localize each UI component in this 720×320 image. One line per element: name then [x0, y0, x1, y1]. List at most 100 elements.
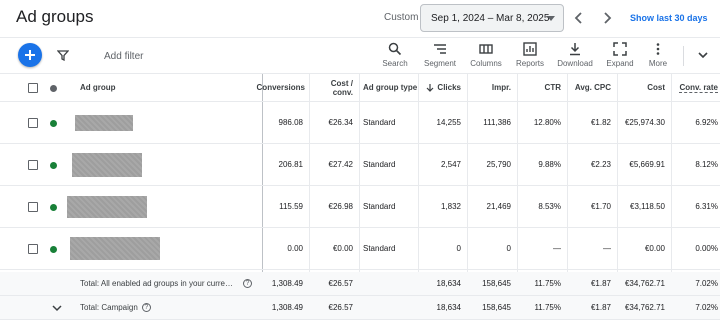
cell-impr: 111,386	[483, 118, 511, 127]
header-conversions[interactable]: Conversions	[257, 74, 309, 101]
add-filter-button[interactable]: Add filter	[104, 51, 143, 62]
search-tool-label: Search	[382, 59, 408, 68]
total-campaign-label: Total: Campaign ?	[76, 296, 260, 319]
plus-icon	[25, 50, 35, 60]
date-range-picker[interactable]: Sep 1, 2024 – Mar 8, 2025	[420, 4, 564, 32]
row-checkbox[interactable]	[28, 118, 38, 128]
total-cost: €34,762.71	[624, 279, 665, 288]
row-checkbox[interactable]	[28, 202, 38, 212]
row-checkbox[interactable]	[28, 244, 38, 254]
cell-avg-cpc: —	[603, 244, 611, 253]
header-cost-per-conv-line1: Cost /	[330, 78, 353, 88]
search-tool-button[interactable]: Search	[375, 42, 415, 72]
total-cost-per-conv: €26.57	[328, 279, 353, 288]
cell-cost: €5,669.91	[629, 160, 665, 169]
help-icon[interactable]: ?	[242, 279, 252, 288]
total-account-text: Total: All enabled ad groups in your cur…	[80, 279, 233, 288]
header-avg-cpc[interactable]: Avg. CPC	[567, 74, 617, 101]
add-ad-group-button[interactable]	[18, 43, 42, 67]
table-row[interactable]: 986.08 €26.34 Standard 14,255 111,386 12…	[0, 102, 720, 144]
redacted-ad-group-name[interactable]	[72, 153, 142, 177]
caret-down-icon	[547, 16, 555, 21]
redacted-ad-group-name[interactable]	[75, 115, 133, 131]
cell-cost-per-conv: €26.98	[328, 202, 353, 211]
header-clicks[interactable]: Clicks	[418, 74, 467, 101]
total-impr: 158,645	[482, 279, 511, 288]
toolbar-divider	[683, 46, 684, 66]
cell-impr: 21,469	[486, 202, 511, 211]
status-enabled-dot	[50, 120, 57, 127]
redacted-ad-group-name[interactable]	[67, 196, 147, 218]
total-conv-rate: 7.02%	[695, 303, 718, 312]
chevron-down-icon[interactable]	[697, 50, 709, 60]
page-header: Ad groups Custom Sep 1, 2024 – Mar 8, 20…	[0, 0, 720, 38]
header-ad-group-type[interactable]: Ad group type	[359, 74, 418, 101]
cell-conversions: 0.00	[287, 244, 303, 253]
download-tool-button[interactable]: Download	[555, 42, 595, 72]
header-cost[interactable]: Cost	[617, 74, 671, 101]
cell-ad-group-type: Standard	[363, 118, 396, 127]
segment-tool-button[interactable]: Segment	[420, 42, 460, 72]
expand-tool-button[interactable]: Expand	[600, 42, 640, 72]
header-conv-rate[interactable]: Conv. rate	[671, 74, 720, 101]
table-header-row: Ad group Conversions Cost / conv. Ad gro…	[0, 74, 720, 102]
table-row[interactable]: 206.81 €27.42 Standard 2,547 25,790 9.88…	[0, 144, 720, 186]
redacted-ad-group-name[interactable]	[70, 237, 160, 260]
show-last-30-days-link[interactable]: Show last 30 days	[630, 13, 708, 23]
arrow-down-icon	[426, 84, 434, 92]
cell-ctr: 8.53%	[538, 202, 561, 211]
total-row-campaign: Total: Campaign ? 1,308.49 €26.57 18,634…	[0, 296, 720, 320]
total-cost-per-conv: €26.57	[328, 303, 353, 312]
download-tool-label: Download	[557, 59, 593, 68]
total-impr: 158,645	[482, 303, 511, 312]
expand-tool-label: Expand	[606, 59, 634, 68]
page-title: Ad groups	[16, 7, 94, 26]
cell-clicks: 0	[456, 244, 461, 253]
cell-impr: 25,790	[486, 160, 511, 169]
columns-tool-label: Columns	[470, 59, 502, 68]
table-row[interactable]: 115.59 €26.98 Standard 1,832 21,469 8.53…	[0, 186, 720, 228]
header-ctr[interactable]: CTR	[517, 74, 567, 101]
row-checkbox[interactable]	[28, 160, 38, 170]
filter-icon[interactable]	[57, 50, 69, 61]
cell-conversions: 986.08	[278, 118, 303, 127]
more-vert-icon	[656, 43, 660, 55]
total-avg-cpc: €1.87	[590, 303, 611, 312]
header-ad-group[interactable]: Ad group	[76, 74, 256, 101]
status-enabled-dot	[50, 204, 57, 211]
cell-cost-per-conv: €26.34	[328, 118, 353, 127]
table-row[interactable]: 0.00 €0.00 Standard 0 0 — — €0.00 0.00%	[0, 228, 720, 270]
more-tool-button[interactable]: More	[638, 42, 678, 72]
cell-clicks: 2,547	[440, 160, 461, 169]
help-icon[interactable]: ?	[141, 303, 151, 312]
cell-avg-cpc: €2.23	[590, 160, 611, 169]
columns-tool-button[interactable]: Columns	[466, 42, 506, 72]
total-account-label: Total: All enabled ad groups in your cur…	[76, 272, 260, 295]
header-cost-per-conv[interactable]: Cost / conv.	[309, 74, 359, 101]
status-enabled-dot	[50, 162, 57, 169]
status-enabled-dot	[50, 246, 57, 253]
cell-cost: €0.00	[644, 244, 665, 253]
more-tool-label: More	[648, 59, 668, 68]
cell-conv-rate: 0.00%	[695, 244, 718, 253]
segment-tool-label: Segment	[423, 59, 457, 68]
chevron-right-icon[interactable]	[600, 10, 614, 26]
total-conversions: 1,308.49	[271, 303, 303, 312]
cell-conv-rate: 8.12%	[695, 160, 718, 169]
cell-cost: €3,118.50	[630, 202, 665, 211]
chevron-left-icon[interactable]	[572, 10, 586, 26]
cell-ctr: 12.80%	[533, 118, 561, 127]
cell-cost-per-conv: €27.42	[328, 160, 353, 169]
total-cost: €34,762.71	[624, 303, 665, 312]
reports-tool-button[interactable]: Reports	[510, 42, 550, 72]
total-conversions: 1,308.49	[271, 279, 303, 288]
total-ctr: 11.75%	[534, 303, 561, 312]
cell-ad-group-type: Standard	[363, 244, 396, 253]
total-avg-cpc: €1.87	[590, 279, 611, 288]
total-conv-rate: 7.02%	[695, 279, 718, 288]
cell-ad-group-type: Standard	[363, 202, 396, 211]
reports-tool-label: Reports	[515, 59, 544, 68]
chevron-down-icon[interactable]	[52, 304, 62, 312]
select-all-checkbox[interactable]	[28, 83, 38, 93]
header-impr[interactable]: Impr.	[467, 74, 517, 101]
